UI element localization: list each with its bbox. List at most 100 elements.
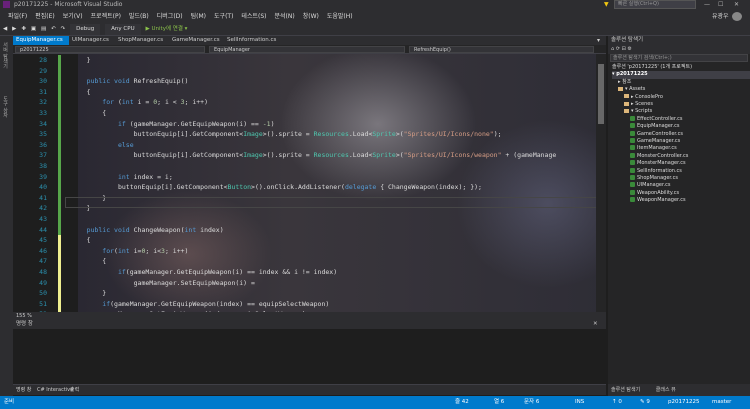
tree-item[interactable]: WeaponManager.cs [630,197,750,204]
home-icon[interactable]: ⌂ [611,46,614,52]
tree-item[interactable]: EquipManager.cs [630,123,750,130]
maximize-button[interactable]: ☐ [718,1,723,8]
project-dropdown[interactable]: p20171225 [15,46,205,53]
quick-launch-input[interactable]: 빠른 실행(Ctrl+Q) [614,0,696,9]
tree-item[interactable]: ▾ Scripts [624,108,750,115]
tree-item[interactable]: ▸ ConsolePro [624,94,750,101]
redo-icon[interactable]: ↷ [61,24,66,35]
tree-item[interactable]: ▾ Assets [618,86,750,93]
code-line[interactable]: { [71,108,106,119]
tab-sell-information[interactable]: SellInformation.cs [224,36,290,45]
save-icon[interactable]: ▣ [31,24,36,35]
zoom-level[interactable]: 155 % [16,313,32,319]
tab-dropdown-icon[interactable]: ▾ [597,37,600,44]
tree-item[interactable]: ▾ p20171225 [612,71,750,79]
undo-icon[interactable]: ↶ [51,24,56,35]
save-all-icon[interactable]: ▤ [41,24,46,35]
tree-item[interactable]: WeaponAbility.cs [630,189,750,197]
menu-item-11[interactable]: 도움말(H) [323,10,357,24]
code-line[interactable]: for (int i = 0; i < 3; i++) [71,97,208,108]
tree-item[interactable]: ItemManager.cs [630,145,750,152]
class-dropdown[interactable]: EquipManager [209,46,405,53]
status-up[interactable]: ↑ 0 [612,396,622,409]
menu-item-2[interactable]: 보기(V) [59,10,87,24]
minimize-button[interactable]: — [704,1,710,8]
code-line[interactable]: if(gameManager.GetEquipWeapon(i) == inde… [71,267,337,278]
tab-command-window[interactable]: 명령 창 [16,385,31,395]
menu-item-3[interactable]: 프로젝트(P) [87,10,125,24]
vertical-scrollbar[interactable] [596,54,606,312]
tree-item[interactable]: MonsterManager.cs [630,160,750,167]
collapse-icon[interactable]: ⊟ [622,46,626,52]
menu-item-8[interactable]: 테스트(S) [237,10,270,24]
code-line[interactable]: for(int i=0; i<3; i++) [71,246,188,257]
tab-csharp-interactive[interactable]: C# Interactive [37,385,73,395]
status-edits[interactable]: ✎ 9 [640,396,650,409]
tree-item[interactable]: GameManager.cs [630,138,750,145]
code-line[interactable]: { [71,87,91,98]
output-panel-title: 명령 창 [16,321,33,327]
menu-item-10[interactable]: 창(W) [299,10,323,24]
forward-icon[interactable]: ▶ [12,24,16,35]
new-file-icon[interactable]: ✚ [21,24,26,35]
code-line[interactable]: gameManager.SetEquipWeapon(i) = [71,278,255,289]
code-line[interactable]: } [71,288,106,299]
solution-search-input[interactable]: 솔루션 탐색기 검색(Ctrl+;) [610,54,748,62]
code-line[interactable]: buttonEquip[i].GetComponent<Image>().spr… [71,129,502,140]
tab-game-manager[interactable]: GameManager.cs [169,36,227,45]
back-icon[interactable]: ◀ [3,24,7,35]
member-dropdown[interactable]: RefreshEquip() [409,46,594,53]
refresh-icon[interactable]: ⟳ [616,46,620,52]
code-line[interactable]: { [71,235,91,246]
tree-item[interactable]: GameController.cs [630,130,750,138]
tab-shop-manager[interactable]: ShopManager.cs [115,36,171,45]
code-line[interactable]: if (gameManager.GetEquipWeapon(i) == -1) [71,119,275,130]
code-line[interactable]: buttonEquip[i].GetComponent<Button>().on… [71,182,482,193]
attach-unity-button[interactable]: ▶ Unity에 연결 ▾ [146,24,188,35]
tree-item[interactable]: EffectController.cs [630,115,750,123]
code-editor[interactable]: 28 29 30 31 32 33 34 35 36 37 38 39 40 41 42 43 44 45 46 47… [13,54,606,312]
menu-item-1[interactable]: 편집(E) [31,10,59,24]
code-line[interactable]: if(gameManager.GetEquipWeapon(index) == … [71,299,329,310]
scrollbar-thumb[interactable] [598,64,604,124]
tree-item[interactable]: ▸ Scenes [624,101,750,108]
code-line[interactable]: public void ChangeWeapon(int index) [71,225,224,236]
tree-item[interactable]: UIManager.cs [630,182,750,189]
command-window[interactable] [13,329,606,385]
tab-equip-manager[interactable]: EquipManager.cs [13,36,69,45]
status-branch[interactable]: master [712,396,731,409]
config-dropdown[interactable]: Debug [70,24,101,35]
close-button[interactable]: ✕ [734,1,739,8]
avatar[interactable] [732,12,742,21]
tab-output[interactable]: 출력 [70,385,79,395]
toolbox-tab[interactable]: 도구 상자 [2,96,9,118]
user-name[interactable]: 유광우 [712,12,729,22]
filter-icon[interactable]: ▼ [604,1,609,8]
menu-item-0[interactable]: 파일(F) [4,10,31,24]
platform-dropdown[interactable]: Any CPU [105,24,141,35]
tab-class-view[interactable]: 클래스 뷰 [656,387,676,393]
code-line[interactable]: else [71,140,134,151]
menu-item-5[interactable]: 디버그(D) [153,10,187,24]
menu-item-6[interactable]: 팀(M) [187,10,210,24]
panel-close-icon[interactable]: ✕ [593,320,598,329]
menu-item-9[interactable]: 분석(N) [270,10,298,24]
tree-item-label: EquipManager.cs [637,123,680,130]
tree-item[interactable]: ▸ 참조 [618,79,750,86]
code-line[interactable]: } [71,55,91,66]
code-line[interactable]: public void RefreshEquip() [71,76,189,87]
tree-item[interactable]: 솔루션 'p20171225' (1개 프로젝트) [612,64,750,71]
tab-solution-explorer[interactable]: 솔루션 탐색기 [611,387,640,393]
code-line[interactable]: int index = i; [71,172,173,183]
code-line[interactable]: buttonEquip[i].GetComponent<Image>().spr… [71,150,557,161]
tab-ui-manager[interactable]: UIManager.cs [69,36,121,45]
server-explorer-tab[interactable]: 서버 탐색기 [2,42,9,69]
settings-icon[interactable]: ⚙ [627,46,631,52]
code-line[interactable]: { [71,256,106,267]
status-project[interactable]: p20171225 [668,396,700,409]
menu-item-4[interactable]: 빌드(B) [125,10,153,24]
menu-item-7[interactable]: 도구(T) [210,10,237,24]
tree-item[interactable]: SellInformation.cs [630,167,750,175]
tree-item[interactable]: ShopManager.cs [630,175,750,182]
tree-item[interactable]: MonsterController.cs [630,152,750,160]
